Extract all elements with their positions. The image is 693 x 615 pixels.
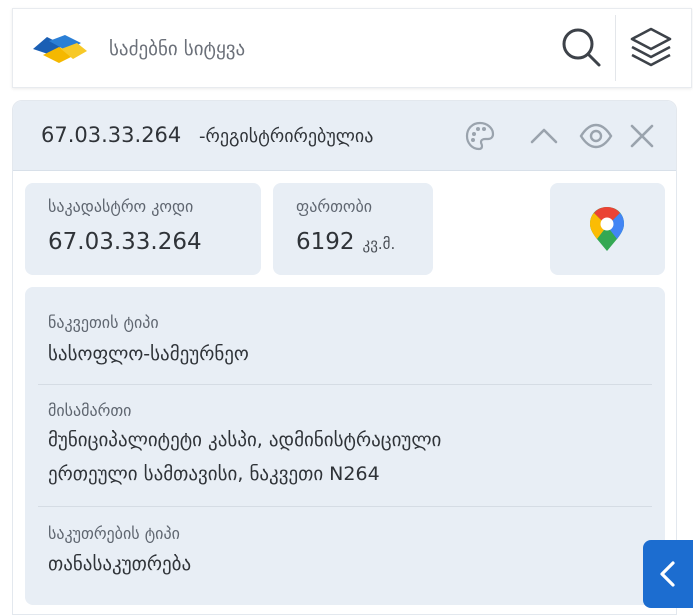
address-value: მუნიციპალიტეტი კასპი, ადმინისტრაციული ერ… <box>48 423 441 491</box>
parcel-type-label: ნაკვეთის ტიპი <box>48 313 159 332</box>
parcel-type-value: სასოფლო-სამეურნეო <box>48 343 249 365</box>
search-divider <box>615 15 616 81</box>
search-bar <box>12 8 692 88</box>
ownership-label: საკუთრების ტიპი <box>48 524 180 543</box>
ownership-row: საკუთრების ტიპი თანასაკუთრება <box>38 507 652 605</box>
eye-icon[interactable] <box>579 119 613 153</box>
parcel-code: 67.03.33.264 <box>41 123 182 147</box>
google-maps-button[interactable] <box>550 183 665 275</box>
parcel-type-row: ნაკვეთის ტიპი სასოფლო-სამეურნეო <box>38 287 652 385</box>
search-input[interactable] <box>109 31 549 67</box>
area-value-wrap: 6192 კვ.მ. <box>296 229 395 255</box>
area-value: 6192 <box>296 229 355 255</box>
ownership-value: თანასაკუთრება <box>48 553 192 575</box>
parcel-details: ნაკვეთის ტიპი სასოფლო-სამეურნეო მისამართ… <box>25 287 665 605</box>
address-label: მისამართი <box>48 401 132 420</box>
cadastral-code-value: 67.03.33.264 <box>48 229 202 255</box>
area-unit: კვ.მ. <box>362 235 396 253</box>
parcel-panel-header: 67.03.33.264 -რეგისტრირებულია <box>13 101 676 171</box>
search-icon[interactable] <box>559 25 603 69</box>
address-line-2: ერთეული სამთავისი, ნაკვეთი N264 <box>48 463 380 485</box>
palette-icon[interactable] <box>463 119 497 153</box>
cadastral-code-card: საკადასტრო კოდი 67.03.33.264 <box>25 183 261 275</box>
layers-icon[interactable] <box>627 23 675 71</box>
chevron-left-icon <box>660 561 675 587</box>
parcel-status: -რეგისტრირებულია <box>199 126 374 147</box>
brand-logo-icon <box>33 35 87 63</box>
google-maps-icon <box>590 207 624 251</box>
area-card: ფართობი 6192 კვ.მ. <box>273 183 433 275</box>
side-panel-toggle[interactable] <box>643 540 693 608</box>
parcel-panel: 67.03.33.264 -რეგისტრირებულია საკადასტრო… <box>12 100 677 615</box>
address-row: მისამართი მუნიციპალიტეტი კასპი, ადმინისტ… <box>38 385 652 507</box>
cadastral-code-label: საკადასტრო კოდი <box>48 197 194 216</box>
close-icon[interactable] <box>625 119 659 153</box>
chevron-up-icon[interactable] <box>527 119 561 153</box>
area-label: ფართობი <box>296 197 373 216</box>
address-line-1: მუნიციპალიტეტი კასპი, ადმინისტრაციული <box>48 429 442 451</box>
